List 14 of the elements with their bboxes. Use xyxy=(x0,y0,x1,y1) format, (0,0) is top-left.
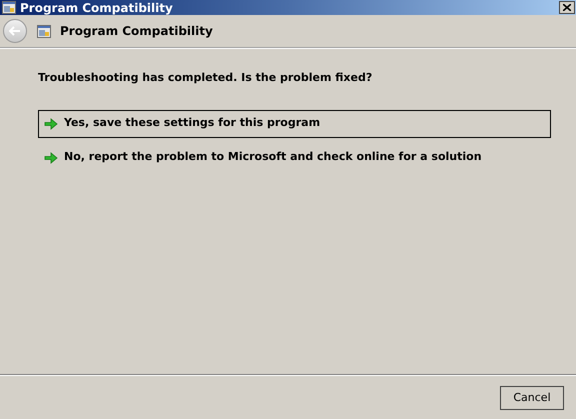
arrow-icon xyxy=(44,152,58,164)
close-button[interactable] xyxy=(559,1,575,14)
back-button[interactable] xyxy=(3,19,27,43)
app-icon xyxy=(2,1,16,14)
back-arrow-icon xyxy=(9,26,21,36)
cancel-button[interactable]: Cancel xyxy=(500,386,564,410)
option-link[interactable]: No, report the problem to Microsoft and check online for a solution xyxy=(38,144,551,172)
header-title: Program Compatibility xyxy=(60,23,213,40)
app-icon xyxy=(37,24,51,38)
arrow-icon xyxy=(44,118,58,130)
close-icon xyxy=(563,4,571,11)
question-text: Troubleshooting has completed. Is the problem fixed? xyxy=(38,70,374,86)
option-link[interactable]: Yes, save these settings for this program xyxy=(38,110,551,138)
window-title: Program Compatibility xyxy=(20,0,173,14)
